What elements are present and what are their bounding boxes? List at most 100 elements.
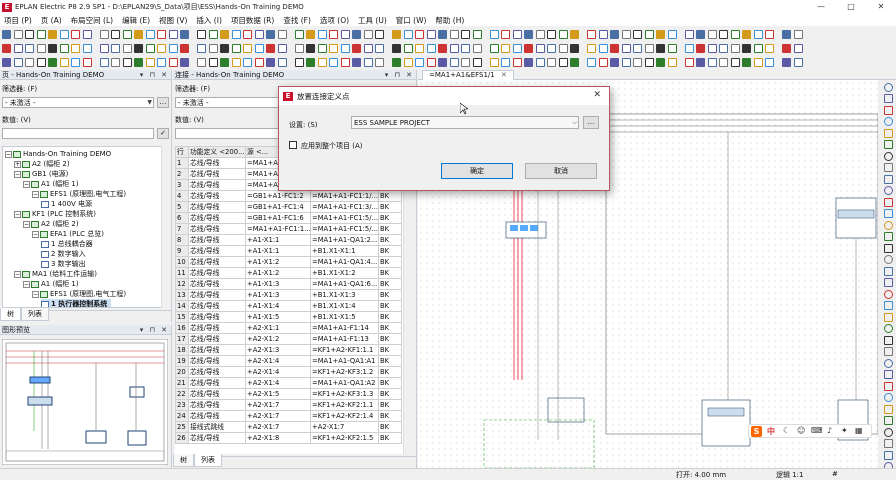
toolbar-tool-icon[interactable] bbox=[415, 57, 424, 67]
toolbar-tool-icon[interactable] bbox=[415, 43, 424, 53]
toolbar-tool-icon[interactable] bbox=[730, 57, 740, 67]
table-cell[interactable]: 芯线/导线 bbox=[188, 410, 246, 422]
table-cell[interactable]: =MA1+A1-F1:14 bbox=[310, 322, 379, 334]
table-cell[interactable]: =MA1+A1-QA1:A1 bbox=[310, 355, 379, 367]
maximize-button[interactable]: □ bbox=[836, 0, 866, 14]
table-cell[interactable]: BK bbox=[378, 399, 402, 411]
toolbar-tool-icon[interactable] bbox=[25, 29, 34, 39]
toolbar-tool-icon[interactable] bbox=[570, 57, 579, 67]
toolbar-tool-icon[interactable] bbox=[13, 57, 23, 67]
toolbar-tool-icon[interactable] bbox=[145, 57, 155, 67]
menu-page[interactable]: 页 (A) bbox=[41, 15, 62, 26]
toolbar-tool-icon[interactable] bbox=[220, 43, 229, 53]
table-cell[interactable]: +A1-X1:2 bbox=[245, 267, 311, 279]
toolbar-tool-icon[interactable] bbox=[512, 29, 522, 39]
table-cell[interactable]: +B1.X1-X1:4 bbox=[310, 300, 379, 312]
toolbar-tool-icon[interactable] bbox=[352, 29, 361, 39]
tree-node[interactable]: − A1 (幅柜 1) bbox=[23, 279, 79, 289]
drawing-tool-icon[interactable] bbox=[883, 278, 893, 287]
panel-pin-close-icon[interactable]: ▾ ⊓ ✕ bbox=[385, 70, 414, 79]
toolbar-tool-icon[interactable] bbox=[94, 30, 97, 39]
toolbar-tool-icon[interactable] bbox=[340, 43, 350, 53]
table-cell[interactable]: 22 bbox=[175, 388, 189, 400]
tree-node[interactable]: − MA1 (给料工件运输) bbox=[14, 269, 97, 279]
toolbar-tool-icon[interactable] bbox=[352, 57, 361, 67]
table-cell[interactable]: +A2-X1:5 bbox=[245, 388, 311, 400]
toolbar-tool-icon[interactable] bbox=[329, 43, 338, 53]
table-cell[interactable]: 芯线/导线 bbox=[188, 322, 246, 334]
toolbar-tool-icon[interactable] bbox=[461, 57, 470, 67]
table-cell[interactable]: 芯线/导线 bbox=[188, 212, 246, 224]
toolbar-tool-icon[interactable] bbox=[157, 29, 166, 39]
toolbar-tool-icon[interactable] bbox=[99, 29, 109, 39]
table-cell[interactable]: 3 bbox=[175, 179, 189, 191]
toolbar-tool-icon[interactable] bbox=[294, 29, 304, 39]
table-cell[interactable]: =MA1+A1-FC1:5/... bbox=[310, 223, 379, 235]
toolbar-tool-icon[interactable] bbox=[535, 57, 545, 67]
table-cell[interactable]: =KF1+A2-KF2:1.5 bbox=[310, 432, 379, 444]
table-cell[interactable]: 13 bbox=[175, 289, 189, 301]
dialog-browse-button[interactable]: ... bbox=[583, 116, 599, 129]
toolbar-tool-icon[interactable] bbox=[168, 57, 178, 67]
toolbar-tool-icon[interactable] bbox=[684, 29, 694, 39]
drawing-tool-icon[interactable] bbox=[883, 140, 893, 149]
grid-icon[interactable]: ▦ bbox=[855, 426, 863, 435]
toolbar-tool-icon[interactable] bbox=[317, 43, 327, 53]
toolbar-tool-icon[interactable] bbox=[415, 29, 424, 39]
toolbar-tool-icon[interactable] bbox=[289, 44, 292, 53]
table-cell[interactable]: +A2-X1:7 bbox=[245, 410, 311, 422]
table-cell[interactable]: =KF1+A2-KF2:1.4 bbox=[310, 410, 379, 422]
toolbar-tool-icon[interactable] bbox=[489, 43, 499, 53]
table-cell[interactable]: 芯线/导线 bbox=[188, 168, 246, 180]
toolbar-tool-icon[interactable] bbox=[644, 29, 654, 39]
toolbar-tool-icon[interactable] bbox=[352, 43, 361, 53]
menu-insert[interactable]: 插入 (I) bbox=[196, 15, 221, 26]
toolbar-tool-icon[interactable] bbox=[375, 29, 384, 39]
toolbar-tool-icon[interactable] bbox=[426, 29, 436, 39]
toolbar-tool-icon[interactable] bbox=[254, 43, 264, 53]
table-cell[interactable]: +A1-X1:5 bbox=[245, 311, 311, 323]
table-cell[interactable]: BK bbox=[378, 278, 402, 290]
table-row[interactable]: 23 芯线/导线 +A2-X1:7 =KF1+A2-KF2:1.1 BK bbox=[175, 399, 402, 411]
table-cell[interactable]: 7 bbox=[175, 223, 189, 235]
skin-icon[interactable]: ✦ bbox=[841, 426, 848, 435]
toolbar-tool-icon[interactable] bbox=[2, 43, 11, 53]
table-row[interactable]: 19 芯线/导线 +A2-X1:4 =MA1+A1-QA1:A1 BK bbox=[175, 355, 402, 367]
tree-node[interactable]: − A1 (幅柜 1) bbox=[23, 179, 79, 189]
toolbar-tool-icon[interactable] bbox=[426, 43, 436, 53]
toolbar-tool-icon[interactable] bbox=[547, 57, 556, 67]
table-cell[interactable]: 芯线/导线 bbox=[188, 399, 246, 411]
toolbar-tool-icon[interactable] bbox=[99, 57, 109, 67]
toolbar-tool-icon[interactable] bbox=[558, 57, 568, 67]
table-cell[interactable]: =KF1+A2-KF3:1.2 bbox=[310, 366, 379, 378]
table-cell[interactable]: BK bbox=[378, 223, 402, 235]
table-cell[interactable]: 17 bbox=[175, 333, 189, 345]
menu-help[interactable]: 帮助 (H) bbox=[435, 15, 464, 26]
moon-icon[interactable]: ☾ bbox=[783, 426, 790, 435]
toolbar-tool-icon[interactable] bbox=[340, 29, 350, 39]
table-cell[interactable]: 芯线/导线 bbox=[188, 157, 246, 169]
toolbar-tool-icon[interactable] bbox=[679, 58, 682, 67]
toolbar-tool-icon[interactable] bbox=[25, 43, 34, 53]
toolbar-tool-icon[interactable] bbox=[535, 29, 545, 39]
table-cell[interactable]: 芯线/导线 bbox=[188, 300, 246, 312]
table-cell[interactable]: BK bbox=[378, 190, 402, 202]
table-row[interactable]: 10 芯线/导线 +A1-X1:2 =MA1+A1-QA1:4... BK bbox=[175, 256, 402, 268]
table-cell[interactable]: 8 bbox=[175, 234, 189, 246]
tree-node[interactable]: + A2 (幅柜 2) bbox=[14, 159, 70, 169]
toolbar-tool-icon[interactable] bbox=[501, 57, 510, 67]
drawing-tool-icon[interactable] bbox=[883, 404, 893, 414]
table-cell[interactable]: +B1.X1-X1:2 bbox=[310, 267, 379, 279]
toolbar-tool-icon[interactable] bbox=[192, 44, 195, 53]
toolbar-tool-icon[interactable] bbox=[582, 58, 585, 67]
toolbar-tool-icon[interactable] bbox=[461, 43, 470, 53]
toolbar-tool-icon[interactable] bbox=[375, 57, 384, 67]
table-cell[interactable]: 芯线/导线 bbox=[188, 355, 246, 367]
toolbar-tool-icon[interactable] bbox=[598, 43, 608, 53]
tree-expander-icon[interactable]: − bbox=[23, 180, 30, 188]
tree-node[interactable]: 2 数字输入 bbox=[41, 249, 86, 259]
toolbar-tool-icon[interactable] bbox=[679, 30, 682, 39]
drawing-tool-icon[interactable] bbox=[883, 347, 893, 356]
cancel-button[interactable]: 取消 bbox=[525, 163, 597, 179]
toolbar-tool-icon[interactable] bbox=[277, 29, 287, 39]
